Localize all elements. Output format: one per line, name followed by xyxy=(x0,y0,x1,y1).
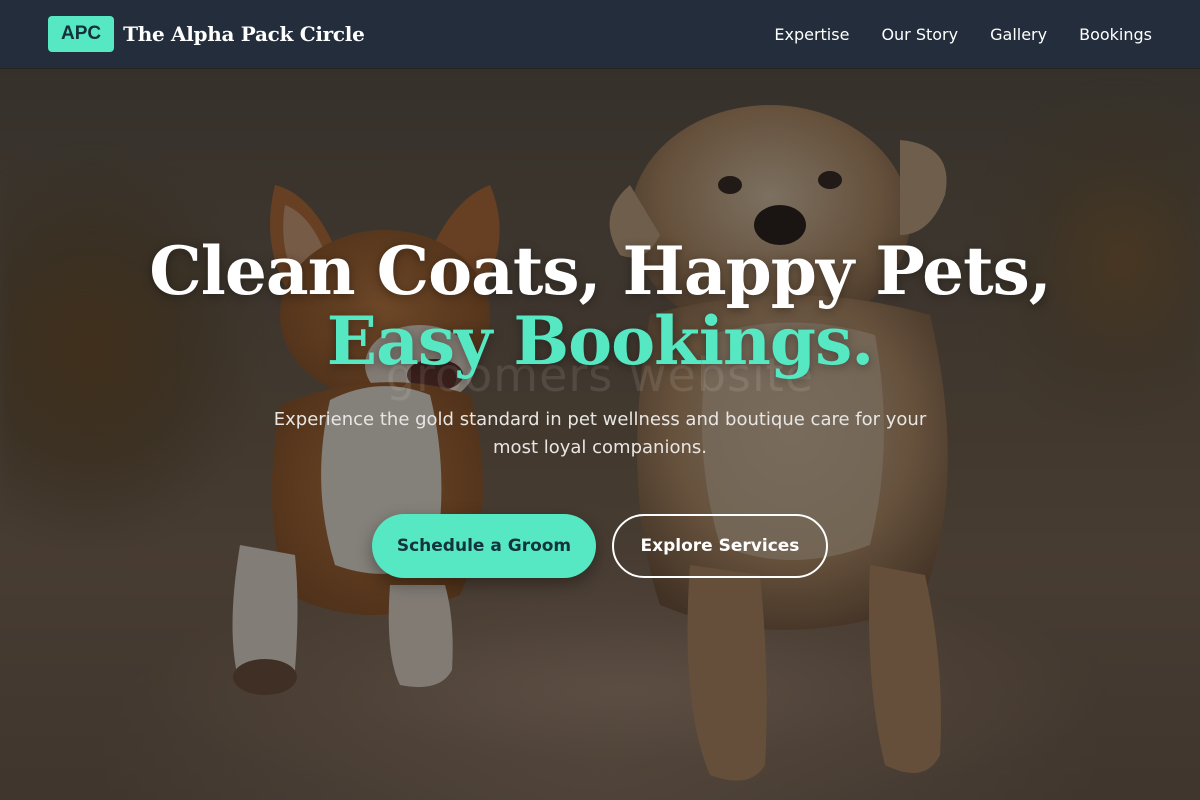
cta-row: Schedule a Groom Explore Services xyxy=(0,514,1200,578)
brand-logo-link[interactable]: APC The Alpha Pack Circle xyxy=(48,16,365,52)
brand-name: The Alpha Pack Circle xyxy=(123,22,365,46)
top-navbar: APC The Alpha Pack Circle Expertise Our … xyxy=(0,0,1200,68)
hero-title-line1: Clean Coats, Happy Pets, xyxy=(149,232,1051,310)
schedule-groom-button[interactable]: Schedule a Groom xyxy=(372,514,596,578)
explore-services-button[interactable]: Explore Services xyxy=(612,514,828,578)
nav-links: Expertise Our Story Gallery Bookings xyxy=(774,25,1152,44)
logo-badge: APC xyxy=(48,16,115,52)
hero-title-accent: Easy Bookings. xyxy=(326,302,874,380)
hero-title: Clean Coats, Happy Pets, Easy Bookings. xyxy=(0,236,1200,376)
nav-link-our-story[interactable]: Our Story xyxy=(881,25,958,44)
nav-link-expertise[interactable]: Expertise xyxy=(774,25,849,44)
nav-link-gallery[interactable]: Gallery xyxy=(990,25,1047,44)
hero-subtitle: Experience the gold standard in pet well… xyxy=(273,409,927,458)
hero-section: Clean Coats, Happy Pets, Easy Bookings. … xyxy=(0,236,1200,578)
nav-link-bookings[interactable]: Bookings xyxy=(1079,25,1152,44)
